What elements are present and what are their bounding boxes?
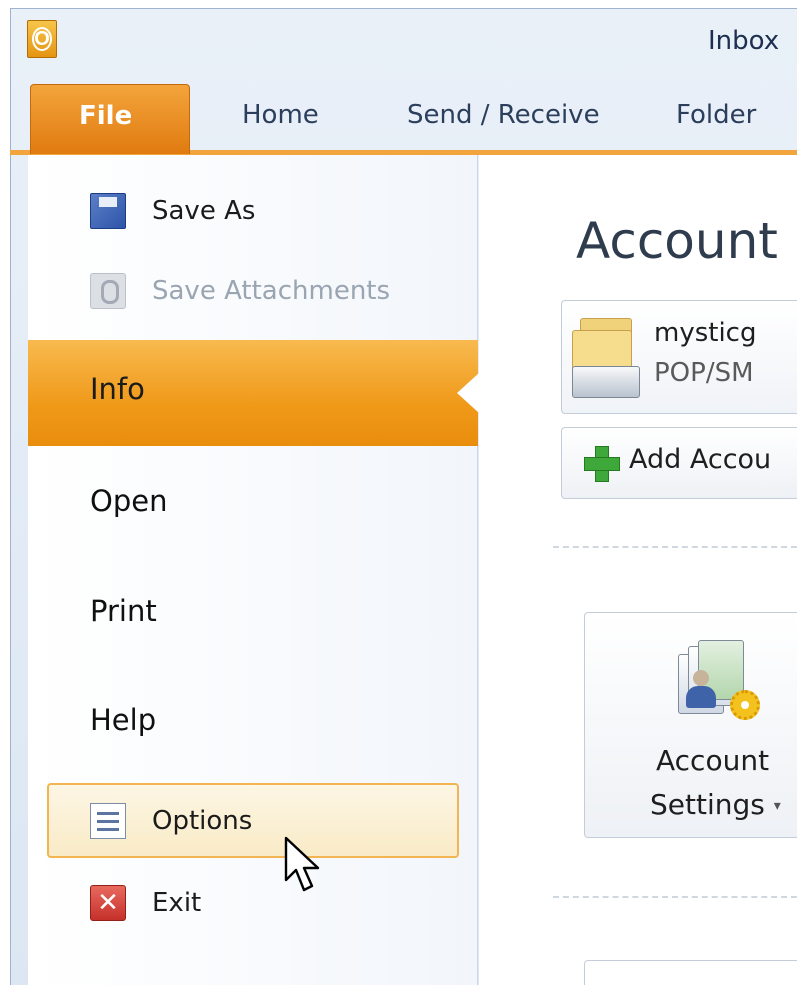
- section-divider: [553, 546, 797, 548]
- window-title: Inbox: [708, 26, 780, 56]
- info-panel: [479, 155, 797, 985]
- selection-notch: [457, 373, 479, 413]
- outlook-app-icon[interactable]: O: [27, 20, 57, 58]
- tab-send-receive[interactable]: Send / Receive: [407, 100, 600, 130]
- person-icon: [686, 670, 716, 708]
- section-divider: [553, 896, 797, 898]
- options-icon: [90, 803, 126, 839]
- save-attachments-icon: [90, 273, 126, 309]
- section-title: Account: [576, 212, 778, 270]
- exit-icon: ✕: [90, 885, 126, 921]
- account-type: POP/SM: [654, 358, 754, 388]
- plus-icon: [584, 446, 620, 482]
- menu-item-open[interactable]: Open: [90, 484, 167, 518]
- options-button[interactable]: Options: [90, 796, 252, 846]
- tab-home[interactable]: Home: [242, 100, 319, 130]
- add-account-label: Add Accou: [629, 444, 772, 475]
- tab-folder[interactable]: Folder: [676, 100, 756, 130]
- account-folder-icon: [572, 318, 640, 398]
- account-settings-icon: [678, 640, 764, 726]
- save-attachments-button[interactable]: Save Attachments: [90, 266, 390, 316]
- next-section-button[interactable]: [584, 960, 797, 985]
- title-bar: [10, 8, 797, 88]
- gear-icon: [730, 690, 760, 720]
- dropdown-arrow-icon: ▾: [773, 798, 781, 814]
- save-as-button[interactable]: Save As: [90, 186, 255, 236]
- account-settings-label-line1: Account: [656, 744, 770, 777]
- account-settings-label-line2: Settings ▾: [650, 788, 781, 821]
- mouse-cursor-icon: [284, 836, 320, 892]
- exit-button[interactable]: ✕ Exit: [90, 878, 201, 928]
- menu-item-print[interactable]: Print: [90, 594, 157, 628]
- account-name: mysticg: [654, 318, 757, 348]
- tab-file[interactable]: File: [30, 84, 190, 154]
- menu-item-help[interactable]: Help: [90, 703, 156, 737]
- menu-item-info-label: Info: [90, 372, 145, 406]
- save-as-icon: [90, 193, 126, 229]
